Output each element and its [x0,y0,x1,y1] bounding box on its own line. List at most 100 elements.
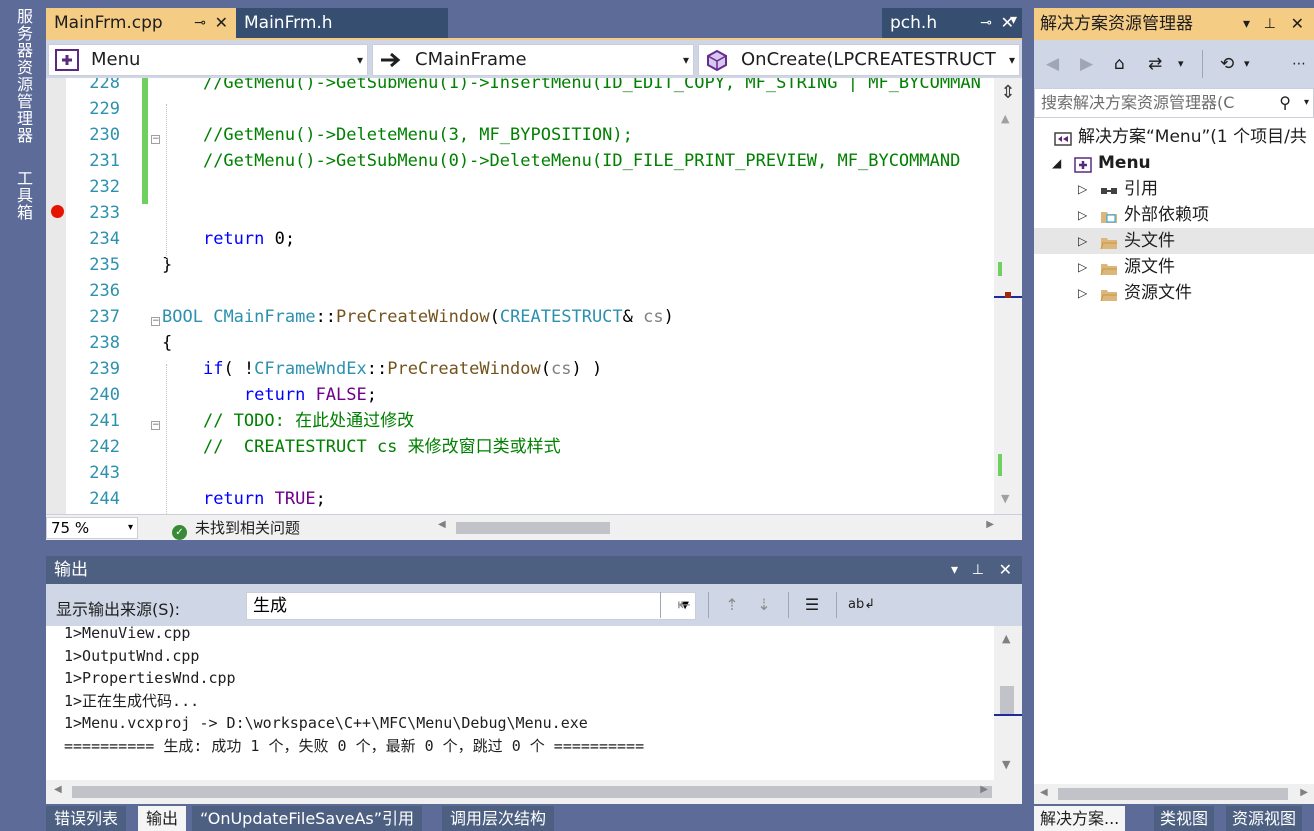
toolbox-tab[interactable]: 工具箱 [10,170,33,222]
code-line[interactable]: 231 //GetMenu()->GetSubMenu(0)->DeleteMe… [46,148,992,174]
previous-message-icon[interactable]: ⇡ [720,594,744,616]
output-source-dropdown[interactable]: 生成 ▼ [246,592,696,620]
tab-mainfrm-h[interactable]: MainFrm.h [236,8,448,38]
scroll-right-icon[interactable]: ▶ [1300,787,1308,798]
tree-item[interactable]: ▷ 源文件 [1034,254,1314,280]
tree-item[interactable]: ▷ 外部依赖项 [1034,202,1314,228]
scroll-up-icon[interactable]: ▲ [1001,112,1009,125]
editor-horizontal-scrollbar[interactable]: ◀ ▶ [436,519,996,537]
zoom-dropdown[interactable]: 75 % ▾ [46,517,138,539]
code-line[interactable]: 242 // CREATESTRUCT cs 来修改窗口类或样式 [46,434,992,460]
tab-call-hierarchy[interactable]: 调用层次结构 [442,806,555,831]
close-icon[interactable]: ✕ [999,556,1012,584]
chevron-down-icon[interactable]: ▾ [1178,52,1184,76]
scroll-right-icon[interactable]: ▶ [980,784,988,795]
tree-item[interactable]: 解决方案“Menu”(1 个项目/共 [1034,124,1314,150]
expand-icon[interactable]: ▷ [1078,280,1087,306]
pin-icon[interactable]: ⊸ [194,8,206,38]
scroll-left-icon[interactable]: ◀ [1040,787,1048,798]
expand-icon[interactable]: ▷ [1078,176,1087,202]
tab-resource-view[interactable]: 资源视图 [1226,806,1303,831]
scroll-thumb[interactable] [456,522,610,534]
code-line[interactable]: 238 { [46,330,992,356]
tab-output[interactable]: 输出 [138,806,187,831]
tab-solution-explorer[interactable]: 解决方案... [1034,806,1126,831]
search-icon[interactable]: ⚲ [1279,89,1291,117]
code-line[interactable]: 240 return FALSE; [46,382,992,408]
scope-dropdown[interactable]: CMainFrame ▾ [372,44,694,76]
editor-vertical-scrollbar[interactable]: ⇕ ▲ ▼ [994,78,1022,514]
expand-icon[interactable]: ▷ [1078,228,1087,254]
tree-item[interactable]: ▷ 头文件 [1034,228,1314,254]
tab-find-references[interactable]: “OnUpdateFileSaveAs”引用 [192,806,423,831]
tab-error-list[interactable]: 错误列表 [46,806,127,831]
tree-item[interactable]: ◢ Menu [1034,150,1314,176]
pending-changes-filter-icon[interactable]: ⟲ [1220,52,1234,76]
chevron-down-icon[interactable]: ▾ [1304,89,1309,117]
next-message-icon[interactable]: ⇣ [752,594,776,616]
code-line[interactable]: 232 [46,174,992,200]
collapse-icon[interactable]: − [151,317,160,326]
scroll-left-icon[interactable]: ◀ [54,784,62,795]
code-line[interactable]: 244 return TRUE; [46,486,992,512]
collapse-icon[interactable]: ◢ [1052,150,1061,176]
code-line[interactable]: 239 if( !CFrameWndEx::PreCreateWindow(cs… [46,356,992,382]
code-line[interactable]: 236 [46,278,992,304]
code-line[interactable]: 234 return 0; [46,226,992,252]
chevron-down-icon[interactable]: ▾ [1244,52,1250,76]
code-line[interactable]: 241 // TODO: 在此处通过修改 [46,408,992,434]
close-icon[interactable]: ✕ [215,8,228,38]
tab-class-view[interactable]: 类视图 [1154,806,1215,831]
more-icon[interactable]: ⋯ [1292,52,1306,76]
issues-indicator[interactable]: ✓ 未找到相关问题 [172,517,300,540]
code-line[interactable]: 229 [46,96,992,122]
code-line[interactable]: 243 [46,460,992,486]
solution-search-input[interactable]: 搜索解决方案资源管理器(C ⚲ ▾ [1034,88,1314,118]
scroll-up-icon[interactable]: ▲ [1002,632,1010,645]
project-dropdown[interactable]: Menu ▾ [48,44,368,76]
tree-item[interactable]: ▷ 资源文件 [1034,280,1314,306]
scroll-left-icon[interactable]: ◀ [438,519,446,530]
code-line[interactable]: 233 [46,200,992,226]
tab-overflow-icon[interactable]: ▾ [1010,12,1017,28]
clear-all-icon[interactable]: ☰ [800,594,824,616]
code-line[interactable]: 235} [46,252,992,278]
output-horizontal-scrollbar[interactable]: ◀ ▶ [46,780,1022,804]
expand-icon[interactable]: ▷ [1078,254,1087,280]
collapse-icon[interactable]: − [151,135,160,144]
scroll-right-icon[interactable]: ▶ [986,519,994,530]
back-icon[interactable]: ◀ [1046,52,1059,76]
scroll-thumb[interactable] [1058,788,1288,800]
tab-pch-h[interactable]: pch.h ⊸ ✕ [882,8,1022,38]
collapse-icon[interactable]: − [151,421,160,430]
solution-horizontal-scrollbar[interactable]: ◀ ▶ [1034,784,1314,804]
home-icon[interactable]: ⌂ [1114,52,1125,76]
scroll-down-icon[interactable]: ▼ [1002,758,1010,771]
chevron-down-icon[interactable]: ▾ [1243,8,1250,40]
pin-icon[interactable]: ⊸ [980,8,992,38]
scroll-thumb[interactable] [1000,686,1014,716]
code-line[interactable]: 230 //GetMenu()->DeleteMenu(3, MF_BYPOSI… [46,122,992,148]
goto-message-icon[interactable]: ⇤ [672,594,696,616]
expand-icon[interactable]: ▷ [1078,202,1087,228]
chevron-down-icon[interactable]: ▾ [951,556,958,584]
tab-mainfrm-cpp[interactable]: MainFrm.cpp ⊸ ✕ [46,8,236,38]
tree-item[interactable]: ▷ 引用 [1034,176,1314,202]
server-explorer-tab[interactable]: 服务器资源管理器 [10,8,33,150]
scroll-thumb[interactable] [72,786,992,798]
word-wrap-icon[interactable]: ab↲ [848,594,875,616]
switch-views-icon[interactable]: ⇄ [1148,52,1162,76]
code-editor[interactable]: 228 //GetMenu()->GetSubMenu(1)->InsertMe… [46,78,1022,514]
output-vertical-scrollbar[interactable]: ▲ ▼ [994,626,1022,780]
scroll-down-icon[interactable]: ▼ [1001,492,1009,505]
line-number: 235 [89,255,120,275]
split-icon[interactable]: ⇕ [994,78,1022,108]
output-text-area[interactable]: 1>MenuView.cpp 1>OutputWnd.cpp 1>Propertie… [46,626,1022,804]
pin-icon[interactable]: ⊥ [1264,8,1276,40]
forward-icon[interactable]: ▶ [1080,52,1093,76]
code-line[interactable]: 237 BOOL CMainFrame::PreCreateWindow(CREA… [46,304,992,330]
code-line[interactable]: 228 //GetMenu()->GetSubMenu(1)->InsertMe… [46,78,992,96]
member-dropdown[interactable]: OnCreate(LPCREATESTRUCT lp ▾ [698,44,1020,76]
close-icon[interactable]: ✕ [1291,8,1304,40]
pin-icon[interactable]: ⊥ [972,556,984,584]
